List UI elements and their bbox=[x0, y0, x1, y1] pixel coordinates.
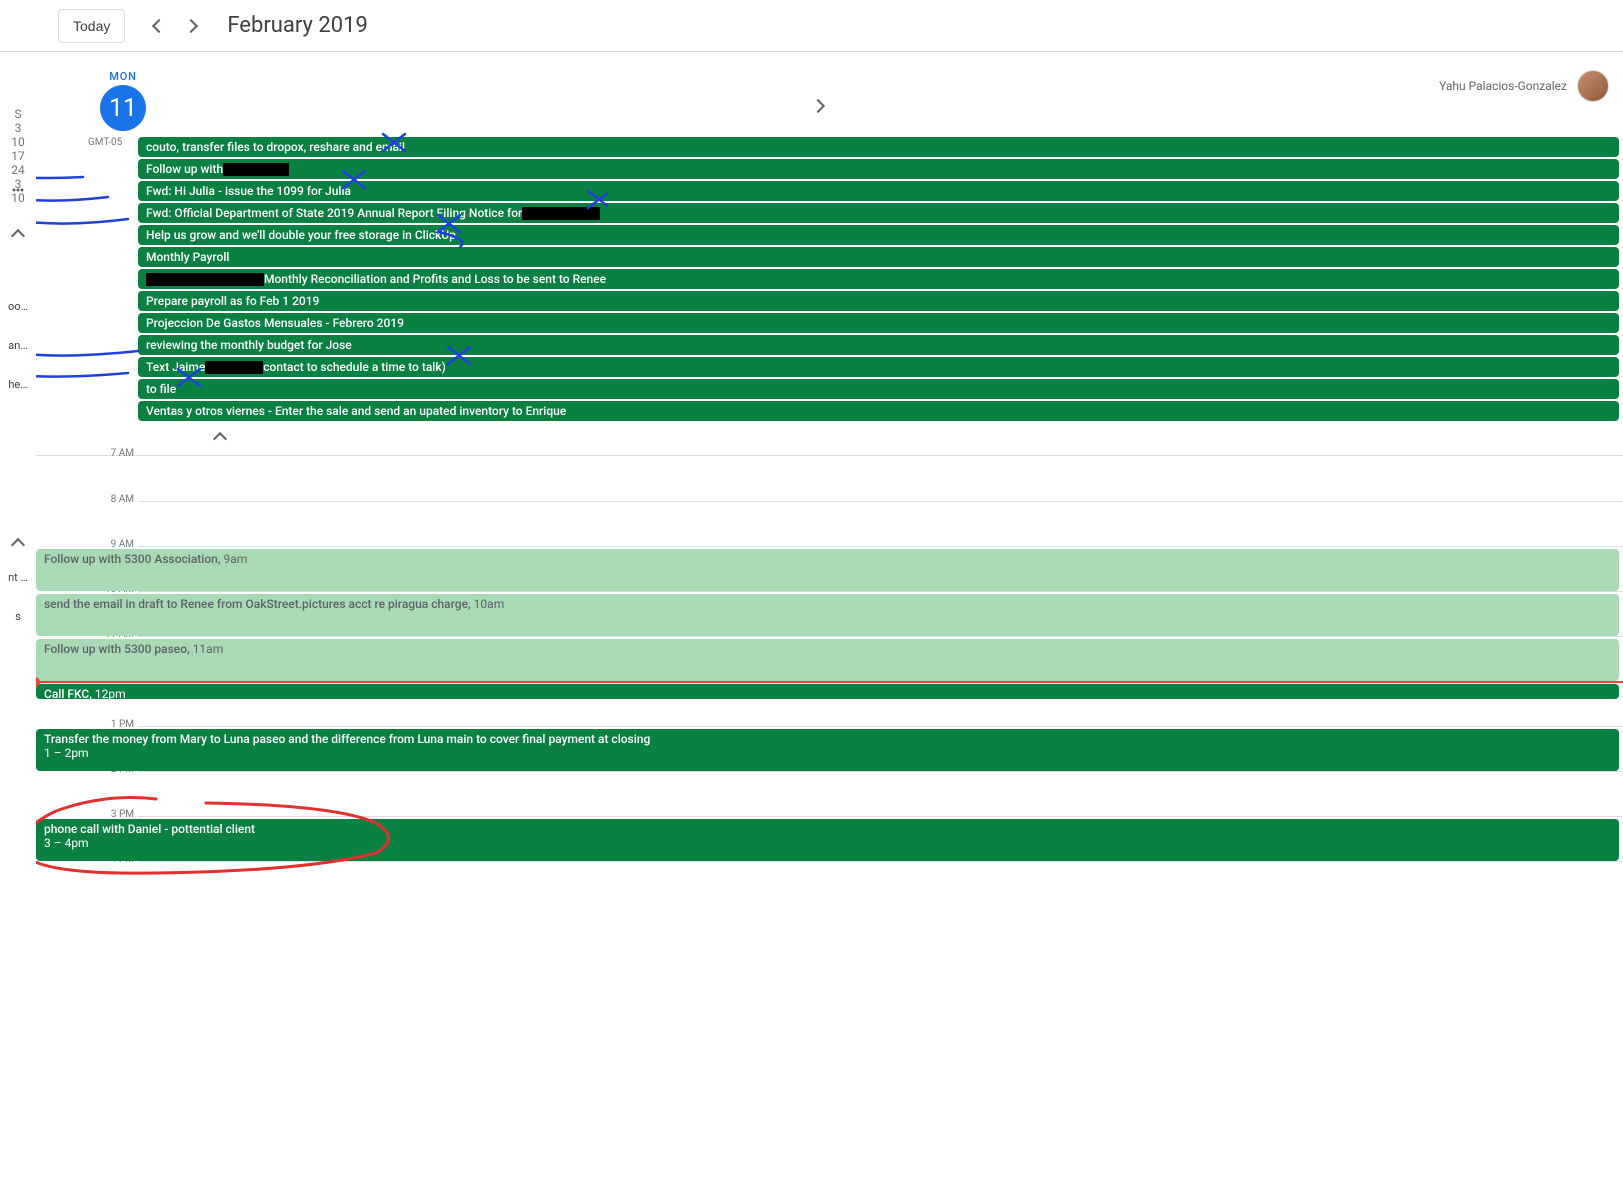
day-header-row: MON 11 Yahu Palacios-Gonzalez bbox=[36, 52, 1623, 131]
hour-row[interactable]: 2 PM bbox=[138, 771, 1623, 816]
mini-sidebar: S3101724310 oo…an…he… nt …s bbox=[0, 52, 36, 1201]
allday-event[interactable]: Prepare payroll as fo Feb 1 2019 bbox=[138, 291, 1619, 311]
hour-row[interactable]: 8 AM bbox=[138, 501, 1623, 546]
timed-event[interactable]: Follow up with 5300 paseo, 11am bbox=[36, 639, 1619, 681]
sidebar-truncated[interactable]: s bbox=[15, 610, 21, 623]
sidebar-truncated[interactable]: oo… bbox=[8, 300, 28, 313]
timed-event[interactable]: send the email in draft to Renee from Oa… bbox=[36, 594, 1619, 636]
allday-event[interactable]: Fwd: Official Department of State 2019 A… bbox=[138, 203, 1619, 223]
prev-button[interactable] bbox=[143, 10, 175, 42]
hour-row[interactable]: 4 PM bbox=[138, 861, 1623, 906]
mini-cal-row[interactable]: 10 bbox=[11, 135, 25, 149]
next-button[interactable] bbox=[175, 10, 207, 42]
timed-event[interactable]: Call FKC, 12pm bbox=[36, 684, 1619, 699]
collapse-allday-button[interactable] bbox=[208, 427, 232, 451]
mini-cal-row[interactable]: 3 bbox=[15, 121, 22, 135]
avatar[interactable] bbox=[1577, 70, 1609, 102]
allday-section: GMT-05 couto, transfer files to dropox, … bbox=[36, 131, 1623, 456]
day-header[interactable]: MON 11 bbox=[100, 70, 146, 131]
person-name: Yahu Palacios-Gonzalez bbox=[1439, 79, 1567, 93]
mini-cal-row[interactable]: 24 bbox=[11, 163, 25, 177]
allday-event[interactable]: Text Jaime contact to schedule a time to… bbox=[138, 357, 1619, 377]
month-title: February 2019 bbox=[227, 13, 367, 38]
timed-event[interactable]: Follow up with 5300 Association, 9am bbox=[36, 549, 1619, 591]
day-number: 11 bbox=[100, 85, 146, 131]
mini-cal-row[interactable]: 17 bbox=[11, 149, 25, 163]
collapse-up-icon[interactable] bbox=[0, 222, 36, 250]
more-icon[interactable] bbox=[11, 183, 25, 197]
top-bar: Today February 2019 bbox=[0, 0, 1623, 52]
sidebar-truncated[interactable]: an… bbox=[8, 339, 27, 352]
person-label: Yahu Palacios-Gonzalez bbox=[1439, 70, 1613, 102]
allday-event[interactable]: reviewing the monthly budget for Jose bbox=[138, 335, 1619, 355]
allday-event[interactable]: Monthly Reconciliation and Profits and L… bbox=[138, 269, 1619, 289]
today-button[interactable]: Today bbox=[58, 9, 125, 43]
timezone-label: GMT-05 bbox=[88, 137, 122, 148]
calendar-content: MON 11 Yahu Palacios-Gonzalez GMT-05 cou… bbox=[36, 52, 1623, 1201]
timed-event[interactable]: phone call with Daniel - pottential clie… bbox=[36, 819, 1619, 861]
allday-event[interactable]: to file bbox=[138, 379, 1619, 399]
collapse-up-icon-2[interactable] bbox=[0, 531, 36, 559]
time-grid[interactable]: 7 AM8 AM9 AM10 AM11 AM12 PM1 PM2 PM3 PM4… bbox=[36, 456, 1623, 906]
allday-event[interactable]: Help us grow and we'll double your free … bbox=[138, 225, 1619, 245]
sidebar-truncated[interactable]: he… bbox=[8, 378, 27, 391]
hour-label: 7 AM bbox=[102, 448, 134, 459]
allday-event[interactable]: Ventas y otros viernes - Enter the sale … bbox=[138, 401, 1619, 421]
hour-row[interactable]: 7 AM bbox=[138, 456, 1623, 501]
day-name: MON bbox=[109, 70, 136, 83]
allday-event[interactable]: Fwd: Hi Julia - issue the 1099 for Julia bbox=[138, 181, 1619, 201]
now-indicator bbox=[36, 681, 1623, 683]
hour-label: 8 AM bbox=[102, 494, 134, 505]
allday-event[interactable]: Monthly Payroll bbox=[138, 247, 1619, 267]
allday-event[interactable]: couto, transfer files to dropox, reshare… bbox=[138, 137, 1619, 157]
nav-arrows bbox=[143, 10, 207, 42]
allday-event[interactable]: Follow up with bbox=[138, 159, 1619, 179]
sidebar-truncated[interactable]: nt … bbox=[8, 571, 28, 584]
allday-event[interactable]: Projeccion De Gastos Mensuales - Febrero… bbox=[138, 313, 1619, 333]
timed-event[interactable]: Transfer the money from Mary to Luna pas… bbox=[36, 729, 1619, 771]
